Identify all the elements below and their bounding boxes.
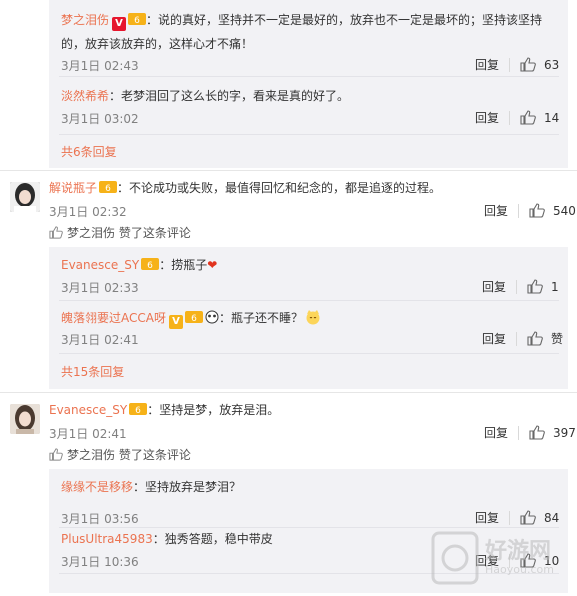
- comment-username[interactable]: 解说瓶子: [49, 181, 97, 195]
- liked-by-row: 梦之泪伤 赞了这条评论: [49, 224, 191, 241]
- like-count: 赞: [551, 332, 564, 346]
- reply-actions: 回复 63: [475, 56, 559, 73]
- reply-button[interactable]: 回复: [475, 56, 499, 73]
- reply-text-cont: 的，放弃该放弃的，这样心才不痛！: [61, 37, 254, 51]
- reply-text: ：老梦泪回了这么长的字，看来是真的好了。: [109, 89, 350, 103]
- heart-icon: ❤: [207, 258, 218, 272]
- like-icon[interactable]: [529, 203, 545, 218]
- reply-text: ：坚持放弃是梦泪？: [133, 480, 242, 494]
- reply-username[interactable]: Evanesce_SY: [61, 258, 139, 272]
- reply-time: 3月1日 02:41: [61, 333, 139, 347]
- reply-block: 梦之泪伤 V 6 ：说的真好，坚持并不一定是最好的，放弃也不一定是最坏的；坚持该坚持 …: [49, 0, 568, 168]
- svg-text:6: 6: [135, 406, 141, 416]
- liked-by-user[interactable]: 梦之泪伤: [67, 446, 115, 463]
- comment-username[interactable]: Evanesce_SY: [49, 403, 127, 417]
- reply-username[interactable]: 淡然希希: [61, 89, 109, 103]
- member-crown-icon: 6: [128, 13, 147, 26]
- like-icon: [49, 226, 63, 239]
- svg-text:6: 6: [105, 184, 111, 194]
- comment-text: ：坚持是梦，放弃是泪。: [147, 403, 280, 417]
- reply-button[interactable]: 回复: [475, 109, 499, 126]
- reply-time: 3月1日 02:43: [61, 59, 139, 73]
- liked-by-suffix: 赞了这条评论: [118, 448, 191, 462]
- reply-actions: 回复 赞: [482, 330, 563, 347]
- svg-text:6: 6: [191, 314, 197, 324]
- verified-v-icon: V: [112, 17, 127, 31]
- comment-line: 解说瓶子 6 ：不论成功或失败，最值得回忆和纪念的，都是追逐的过程。: [49, 180, 441, 196]
- reply-time: 3月1日 03:56: [61, 512, 139, 526]
- liked-by-suffix: 赞了这条评论: [118, 226, 191, 240]
- reply-text: ：说的真好，坚持并不一定是最好的，放弃也不一定是最坏的；坚持该坚持: [146, 13, 543, 27]
- comment-time: 3月1日 02:32: [49, 205, 127, 219]
- reply-username[interactable]: 魄落翎要过ACCA呀: [61, 311, 166, 325]
- like-icon[interactable]: [527, 331, 543, 346]
- reply-text: ：捞瓶子: [159, 258, 208, 272]
- like-icon[interactable]: [527, 279, 543, 294]
- divider: [0, 392, 577, 393]
- member-crown-icon: 6: [141, 258, 160, 271]
- reply-block: Evanesce_SY 6 ：捞瓶子❤ 3月1日 02:33 回复 1 魄落翎要过A…: [49, 247, 568, 389]
- liked-by-row: 梦之泪伤 赞了这条评论: [49, 446, 191, 463]
- watermark-url: Haoyou.com: [485, 563, 554, 576]
- like-icon[interactable]: [520, 110, 536, 125]
- comment-actions: 回复 397: [484, 424, 576, 441]
- watermark: 好游网 Haoyou.com: [427, 523, 577, 593]
- avatar[interactable]: [10, 404, 40, 434]
- panda-icon: [205, 310, 219, 324]
- reply-username[interactable]: 缘缘不是移移: [61, 480, 133, 494]
- like-icon[interactable]: [529, 425, 545, 440]
- reply-username[interactable]: PlusUltra45983: [61, 532, 153, 546]
- like-count: 540: [553, 203, 576, 218]
- like-icon[interactable]: [520, 57, 536, 72]
- reply-actions: 回复 1: [482, 278, 559, 295]
- comment-text: ：不论成功或失败，最值得回忆和纪念的，都是追逐的过程。: [117, 181, 442, 195]
- liked-by-user[interactable]: 梦之泪伤: [67, 224, 115, 241]
- like-count: 14: [544, 110, 560, 125]
- reply-actions: 回复 14: [475, 109, 559, 126]
- svg-text:6: 6: [134, 16, 140, 26]
- reply-button[interactable]: 回复: [484, 424, 508, 441]
- more-replies-link[interactable]: 共15条回复: [61, 363, 124, 380]
- svg-text:6: 6: [147, 261, 153, 271]
- avatar[interactable]: [10, 182, 40, 212]
- reply-text: ：瓶子还不睡？: [218, 311, 303, 325]
- reply-username[interactable]: 梦之泪伤: [61, 13, 109, 27]
- comment-time: 3月1日 02:41: [49, 427, 127, 441]
- reply-time: 3月1日 02:33: [61, 281, 139, 295]
- like-icon: [49, 448, 63, 461]
- cat-emoji-icon: [306, 310, 320, 325]
- reply-time: 3月1日 03:02: [61, 112, 139, 126]
- verified-v-icon: V: [168, 315, 183, 329]
- reply-button[interactable]: 回复: [484, 202, 508, 219]
- reply-button[interactable]: 回复: [482, 278, 506, 295]
- watermark-title: 好游网: [485, 539, 552, 564]
- like-count: 63: [544, 57, 560, 72]
- member-crown-icon: 6: [99, 181, 118, 194]
- reply-text: ：独秀答题，稳中带皮: [152, 532, 273, 546]
- like-count: 397: [553, 425, 576, 440]
- member-crown-icon: 6: [129, 403, 148, 416]
- reply-button[interactable]: 回复: [482, 330, 506, 347]
- divider: [0, 170, 577, 171]
- comment-line: Evanesce_SY 6 ：坚持是梦，放弃是泪。: [49, 402, 279, 418]
- comment-actions: 回复 540: [484, 202, 576, 219]
- member-crown-icon: 6: [184, 311, 203, 324]
- more-replies-link[interactable]: 共6条回复: [61, 143, 117, 160]
- reply-time: 3月1日 10:36: [61, 555, 139, 569]
- like-count: 1: [551, 279, 559, 294]
